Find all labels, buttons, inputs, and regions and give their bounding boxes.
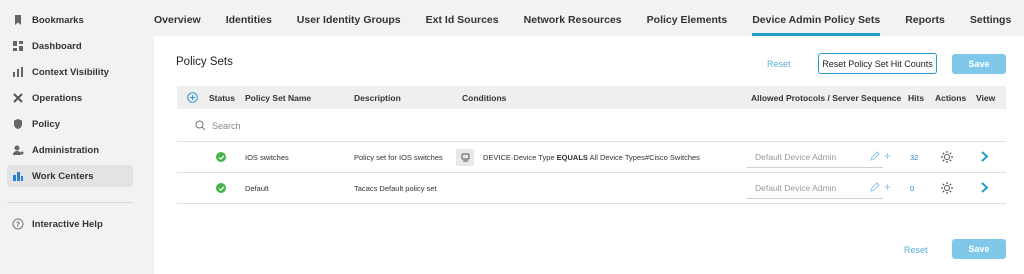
column-conditions: Conditions: [462, 93, 507, 103]
table-header: Status Policy Set Name Description Condi…: [177, 86, 1006, 109]
sidebar-item-administration[interactable]: Administration: [7, 139, 133, 161]
content-gutter: [140, 36, 154, 274]
save-button[interactable]: Save: [952, 54, 1006, 74]
sidebar-item-label: Operations: [32, 92, 83, 104]
sidebar-item-operations[interactable]: Operations: [7, 87, 133, 109]
policy-set-name[interactable]: Default: [245, 184, 269, 193]
wrench-icon: [12, 92, 24, 104]
sidebar-item-policy[interactable]: Policy: [7, 113, 133, 135]
sidebar-item-interactive-help[interactable]: ? Interactive Help: [7, 213, 133, 235]
bookmark-icon: [12, 14, 24, 26]
tab-settings[interactable]: Settings: [970, 14, 1011, 36]
condition-attribute: DEVICE·Device Type: [483, 153, 555, 162]
policy-set-description[interactable]: Tacacs Default policy set: [354, 184, 437, 193]
column-status: Status: [209, 93, 235, 103]
main-content: Policy Sets Reset Reset Policy Set Hit C…: [154, 36, 1024, 274]
condition-value: All Device Types#Cisco Switches: [589, 153, 700, 162]
chevron-right-icon[interactable]: [980, 182, 989, 193]
condition-text[interactable]: DEVICE·Device Type EQUALS All Device Typ…: [483, 153, 700, 162]
bottom-reset-button[interactable]: Reset: [904, 245, 928, 255]
search-icon: [195, 120, 206, 131]
sidebar-item-label: Dashboard: [32, 40, 82, 52]
sidebar-item-context-visibility[interactable]: Context Visibility: [7, 61, 133, 83]
help-icon: ?: [12, 218, 24, 230]
status-enabled-icon[interactable]: [216, 183, 226, 193]
column-allowed-protocols: Allowed Protocols / Server Sequence: [751, 93, 902, 103]
edit-pencil-icon[interactable]: [870, 182, 880, 192]
bottom-save-button[interactable]: Save: [952, 239, 1006, 259]
sidebar-item-label: Work Centers: [32, 170, 94, 182]
svg-text:?: ?: [16, 221, 20, 229]
table-row: Default Tacacs Default policy set Defaul…: [177, 173, 1006, 204]
dashboard-icon: [12, 40, 24, 52]
edit-pencil-icon[interactable]: [870, 151, 880, 161]
tab-identities[interactable]: Identities: [226, 14, 272, 36]
status-enabled-icon[interactable]: [216, 152, 226, 162]
add-plus-icon[interactable]: +: [884, 150, 891, 162]
tab-device-admin-policy-sets[interactable]: Device Admin Policy Sets: [752, 14, 881, 36]
reset-button[interactable]: Reset: [767, 59, 791, 69]
policy-set-name[interactable]: IOS switches: [245, 153, 289, 162]
sidebar: Bookmarks Dashboard Context Visibility O…: [0, 0, 140, 274]
gear-icon[interactable]: [940, 181, 954, 195]
server-sequence-select[interactable]: Default Device Admin: [747, 146, 883, 168]
shield-icon: [12, 118, 24, 130]
chevron-right-icon[interactable]: [980, 151, 989, 162]
sidebar-item-label: Administration: [32, 144, 100, 156]
tab-reports[interactable]: Reports: [905, 14, 945, 36]
policy-set-description[interactable]: Policy set for IOS switches: [354, 153, 443, 162]
tab-network-resources[interactable]: Network Resources: [524, 14, 622, 36]
add-policy-set-icon[interactable]: [187, 92, 198, 103]
policy-sets-table: Status Policy Set Name Description Condi…: [177, 86, 1006, 204]
device-condition-icon: [456, 149, 474, 166]
sidebar-divider: [7, 202, 133, 203]
sidebar-item-work-centers[interactable]: Work Centers: [7, 165, 133, 187]
column-actions: Actions: [935, 93, 967, 103]
search-row[interactable]: Search: [177, 109, 1006, 142]
column-hits: Hits: [908, 93, 925, 103]
server-sequence-select[interactable]: Default Device Admin: [747, 177, 883, 199]
hit-count: 32: [910, 153, 919, 162]
sidebar-item-dashboard[interactable]: Dashboard: [7, 35, 133, 57]
add-plus-icon[interactable]: +: [884, 181, 891, 193]
tab-user-identity-groups[interactable]: User Identity Groups: [297, 14, 401, 36]
page-title: Policy Sets: [176, 56, 233, 68]
sidebar-item-bookmarks[interactable]: Bookmarks: [7, 9, 133, 31]
sidebar-item-label: Policy: [32, 118, 60, 130]
condition-operator: EQUALS: [556, 153, 588, 162]
sidebar-item-label: Bookmarks: [32, 14, 84, 26]
table-row: IOS switches Policy set for IOS switches…: [177, 142, 1006, 173]
column-policy-set-name: Policy Set Name: [245, 93, 312, 103]
search-input[interactable]: Search: [212, 121, 241, 131]
tab-ext-id-sources[interactable]: Ext Id Sources: [426, 14, 499, 36]
top-navigation: Overview Identities User Identity Groups…: [140, 0, 1024, 36]
work-centers-icon: [12, 170, 24, 182]
gear-icon[interactable]: [940, 150, 954, 164]
tab-overview[interactable]: Overview: [154, 14, 201, 36]
column-description: Description: [354, 93, 401, 103]
column-view: View: [976, 93, 996, 103]
context-visibility-icon: [12, 66, 24, 78]
tab-policy-elements[interactable]: Policy Elements: [647, 14, 728, 36]
admin-icon: [12, 144, 24, 156]
sidebar-item-label: Interactive Help: [32, 218, 103, 230]
hit-count: 0: [910, 184, 915, 193]
reset-hit-counts-button[interactable]: Reset Policy Set Hit Counts: [818, 53, 937, 74]
sidebar-item-label: Context Visibility: [32, 66, 109, 78]
